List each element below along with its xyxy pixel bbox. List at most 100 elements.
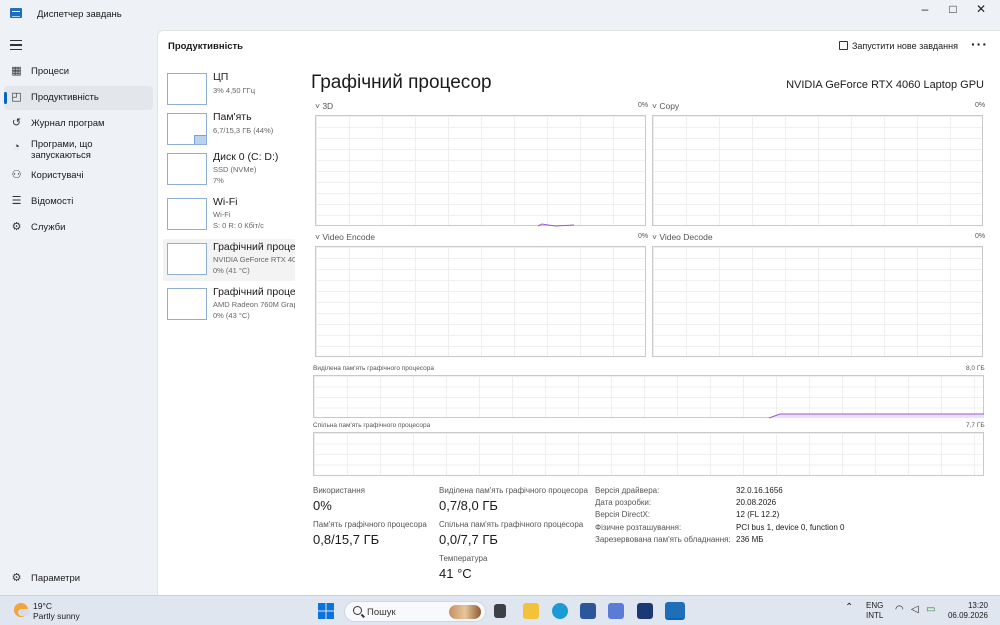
- sidebar-item-processes[interactable]: ▦ Процеси: [4, 60, 153, 84]
- device-memory[interactable]: Пам'ять 6,7/15,3 ГБ (44%): [163, 109, 295, 151]
- gpu0-thumbnail: [167, 243, 207, 275]
- search-placeholder: Пошук: [367, 607, 396, 618]
- sidebar-item-startup-apps[interactable]: ◔ Програми, що запускаються: [4, 136, 153, 166]
- clock-time: 13:20: [967, 601, 988, 610]
- device-detail: AMD Radeon 760M Graphics: [213, 300, 295, 309]
- performance-icon: ◰: [11, 91, 22, 103]
- store-icon[interactable]: [580, 603, 596, 619]
- engine-max: 0%: [638, 233, 649, 240]
- edge-browser-icon[interactable]: [552, 603, 568, 619]
- engine-label[interactable]: ˅ 3D: [315, 101, 333, 111]
- device-gpu-0[interactable]: Графічний процесор 0 NVIDIA GeForce RTX …: [163, 239, 295, 281]
- shared-stat-label: Спільна пам'ять графічного процесора: [439, 520, 584, 529]
- device-gpu-1[interactable]: Графічний процесор 1 AMD Radeon 760M Gra…: [163, 284, 295, 326]
- task-manager-taskbar-icon[interactable]: [665, 602, 685, 620]
- settings-app-icon[interactable]: [637, 603, 653, 619]
- gpu1-thumbnail: [167, 288, 207, 320]
- sidebar-item-settings[interactable]: ⚙ Параметри: [4, 567, 153, 591]
- volume-icon[interactable]: ◁: [911, 604, 919, 615]
- sidebar-item-label: Користувачі: [31, 170, 84, 181]
- graph-video-encode: [315, 246, 646, 357]
- directx-version-value: 12 (FL 12.2): [736, 510, 780, 519]
- dedicated-memory-label: Виділена пам'ять графічного процесора: [313, 365, 434, 372]
- device-disk[interactable]: Диск 0 (C: D:) SSD (NVMe) 7%: [163, 149, 295, 191]
- gpu-model: NVIDIA GeForce RTX 4060 Laptop GPU: [786, 79, 984, 91]
- language-code: ENG: [866, 601, 884, 610]
- close-button[interactable]: ✕: [966, 0, 996, 20]
- task-view-icon[interactable]: [494, 604, 506, 618]
- engine-label[interactable]: ˅ Video Encode: [315, 232, 375, 242]
- cpu-thumbnail: [167, 73, 207, 105]
- start-button[interactable]: [318, 603, 334, 619]
- startup-icon: ◔: [13, 141, 20, 153]
- reserved-memory-label: Зарезервована пам'ять обладнання:: [595, 535, 731, 544]
- graph-shared-memory: [313, 432, 984, 476]
- gpu-title: Графічний процесор: [311, 72, 492, 93]
- run-new-task-button[interactable]: Запустити нове завдання: [838, 41, 958, 51]
- users-icon: ⚇: [11, 169, 22, 181]
- device-cpu[interactable]: ЦП 3% 4,50 ГГц: [163, 69, 295, 111]
- wifi-icon[interactable]: ◠: [895, 604, 904, 615]
- graph-3d: [315, 115, 646, 227]
- taskbar: 19°C Partly sunny Пошук ⌃ ENG INTL ◠ ◁ ▭…: [0, 595, 1000, 625]
- engine-label[interactable]: ˅ Video Decode: [652, 232, 713, 242]
- directx-version-label: Версія DirectX:: [595, 510, 651, 519]
- mail-icon[interactable]: [608, 603, 624, 619]
- device-usage: 0% (41 °C): [213, 266, 250, 275]
- title-bar: Диспетчер завдань – □ ✕: [0, 0, 1000, 30]
- sidebar-item-label: Служби: [31, 222, 66, 233]
- device-wifi[interactable]: Wi-Fi Wi-Fi S: 0 R: 0 Кбіт/с: [163, 194, 295, 236]
- shared-stat-value: 0,0/7,7 ГБ: [439, 532, 498, 547]
- engine-max: 0%: [638, 102, 649, 109]
- keyboard-layout: INTL: [866, 611, 884, 620]
- dedicated-stat-value: 0,7/8,0 ГБ: [439, 498, 498, 513]
- page-title: Продуктивність: [168, 41, 243, 52]
- temperature-label: Температура: [439, 554, 488, 563]
- driver-date-value: 20.08.2026: [736, 498, 777, 507]
- device-name: Графічний процесор 0: [213, 241, 295, 253]
- menu-icon[interactable]: [10, 40, 22, 50]
- reserved-memory-value: 236 МБ: [736, 535, 764, 544]
- memory-thumbnail: [167, 113, 207, 145]
- sidebar-item-performance[interactable]: ◰ Продуктивність: [4, 86, 153, 110]
- partly-sunny-icon: [14, 603, 30, 617]
- sidebar-item-label: Продуктивність: [31, 92, 99, 103]
- sidebar-item-users[interactable]: ⚇ Користувачі: [4, 164, 153, 188]
- graph-video-decode: [652, 246, 983, 357]
- physical-location-label: Фізичне розташування:: [595, 523, 682, 532]
- wifi-thumbnail: [167, 198, 207, 230]
- shared-memory-label: Спільна пам'ять графічного процесора: [313, 422, 431, 429]
- weather-description: Partly sunny: [33, 611, 80, 621]
- gpu-memory-value: 0,8/15,7 ГБ: [313, 532, 380, 547]
- processes-icon: ▦: [11, 65, 22, 77]
- sidebar-item-services[interactable]: ⚙ Служби: [4, 216, 153, 240]
- gear-icon: ⚙: [11, 572, 22, 584]
- battery-icon[interactable]: ▭: [926, 604, 935, 615]
- physical-location-value: PCI bus 1, device 0, function 0: [736, 523, 845, 532]
- driver-date-label: Дата розробки:: [595, 498, 652, 507]
- file-explorer-icon[interactable]: [523, 603, 539, 619]
- sidebar-item-app-history[interactable]: ↺ Журнал програм: [4, 112, 153, 136]
- sidebar-item-label: Програми, що запускаються: [31, 139, 93, 161]
- device-usage: S: 0 R: 0 Кбіт/с: [213, 221, 264, 230]
- device-detail: 3% 4,50 ГГц: [213, 86, 256, 95]
- device-name: Пам'ять: [213, 111, 252, 123]
- more-options-button[interactable]: ···: [971, 36, 988, 52]
- dedicated-memory-area: [768, 413, 984, 419]
- minimize-button[interactable]: –: [910, 0, 940, 20]
- search-icon: [353, 606, 362, 615]
- device-detail: SSD (NVMe): [213, 165, 257, 174]
- device-name: Диск 0 (C: D:): [213, 151, 279, 163]
- services-icon: ⚙: [11, 221, 22, 233]
- sidebar-item-label: Журнал програм: [31, 118, 105, 129]
- run-new-task-label: Запустити нове завдання: [851, 41, 958, 51]
- details-icon: ☰: [11, 195, 22, 207]
- clock-date: 06.09.2026: [947, 611, 988, 620]
- maximize-button[interactable]: □: [938, 0, 968, 20]
- engine-max: 0%: [975, 233, 986, 240]
- sidebar-item-details[interactable]: ☰ Відомості: [4, 190, 153, 214]
- taskbar-search[interactable]: Пошук: [344, 601, 486, 622]
- chevron-up-icon[interactable]: ⌃: [845, 602, 853, 613]
- device-detail: Wi-Fi: [213, 210, 231, 219]
- engine-label[interactable]: ˅ Copy: [652, 101, 679, 111]
